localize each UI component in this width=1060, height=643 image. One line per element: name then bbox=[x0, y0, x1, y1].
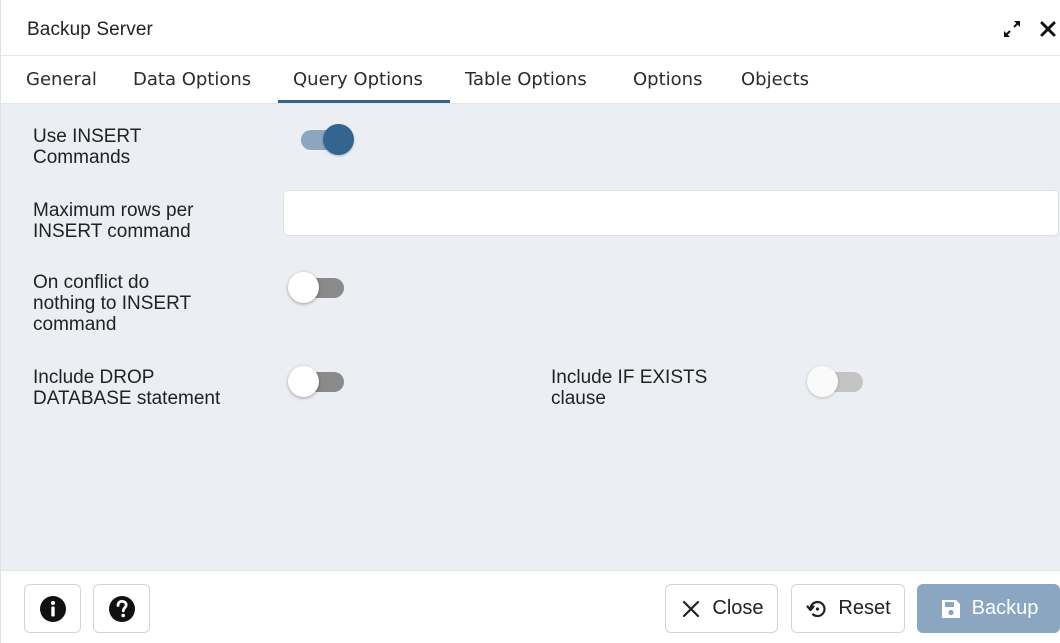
on-conflict-label-line2: nothing to INSERT bbox=[33, 293, 192, 314]
drop-database-toggle[interactable] bbox=[288, 362, 348, 397]
reset-button-label: Reset bbox=[838, 597, 891, 619]
info-icon bbox=[39, 595, 66, 622]
expand-icon[interactable] bbox=[1001, 18, 1023, 40]
on-conflict-toggle[interactable] bbox=[288, 268, 348, 303]
tab-objects[interactable]: Objects bbox=[741, 57, 809, 103]
close-button-label: Close bbox=[712, 597, 764, 619]
max-rows-input[interactable] bbox=[283, 190, 1059, 236]
drop-database-label: Include DROP DATABASE statement bbox=[33, 367, 220, 409]
on-conflict-label-line3: command bbox=[33, 314, 117, 335]
tab-options[interactable]: Options bbox=[633, 57, 702, 103]
query-options-panel: Use INSERT Commands Maximum rows per INS… bbox=[1, 104, 1060, 570]
close-icon bbox=[683, 600, 700, 617]
if-exists-label-line2: clause bbox=[551, 388, 606, 409]
if-exists-label-line1: Include IF EXISTS bbox=[551, 367, 708, 388]
help-button[interactable] bbox=[93, 584, 150, 633]
toggle-knob bbox=[807, 366, 838, 397]
use-insert-label-line1: Use INSERT bbox=[33, 126, 142, 147]
max-rows-label: Maximum rows per INSERT command bbox=[33, 200, 193, 242]
save-icon bbox=[941, 599, 960, 618]
close-button[interactable]: Close bbox=[665, 584, 778, 633]
dialog-footer: Close Reset Backup bbox=[1, 570, 1060, 643]
max-rows-label-line1: Maximum rows per bbox=[33, 200, 194, 221]
if-exists-label: Include IF EXISTS clause bbox=[551, 367, 707, 409]
reset-icon bbox=[806, 600, 826, 617]
backup-button[interactable]: Backup bbox=[917, 584, 1060, 633]
on-conflict-label: On conflict do nothing to INSERT command bbox=[33, 272, 191, 335]
max-rows-label-line2: INSERT command bbox=[33, 221, 191, 242]
close-icon[interactable] bbox=[1037, 18, 1059, 40]
help-icon bbox=[108, 595, 135, 622]
active-tab-indicator bbox=[278, 100, 450, 103]
tab-query-options[interactable]: Query Options bbox=[293, 57, 423, 103]
toggle-knob bbox=[323, 124, 354, 155]
reset-button[interactable]: Reset bbox=[791, 584, 905, 633]
backup-button-label: Backup bbox=[971, 597, 1039, 619]
use-insert-label-line2: Commands bbox=[33, 147, 131, 168]
on-conflict-label-line1: On conflict do bbox=[33, 272, 150, 293]
toggle-knob bbox=[288, 272, 319, 303]
drop-database-label-line2: DATABASE statement bbox=[33, 388, 221, 409]
backup-server-dialog: Backup Server General Data Options Query… bbox=[0, 0, 1060, 643]
tab-bar: General Data Options Query Options Table… bbox=[1, 57, 1060, 104]
use-insert-label: Use INSERT Commands bbox=[33, 126, 141, 168]
tab-table-options[interactable]: Table Options bbox=[465, 57, 587, 103]
info-button[interactable] bbox=[24, 584, 81, 633]
drop-database-label-line1: Include DROP bbox=[33, 367, 155, 388]
toggle-knob bbox=[288, 366, 319, 397]
use-insert-toggle[interactable] bbox=[295, 120, 355, 155]
dialog-titlebar: Backup Server bbox=[1, 0, 1060, 56]
if-exists-toggle[interactable] bbox=[807, 362, 867, 397]
dialog-title: Backup Server bbox=[27, 19, 153, 40]
tab-general[interactable]: General bbox=[26, 57, 97, 103]
tab-data-options[interactable]: Data Options bbox=[133, 57, 251, 103]
